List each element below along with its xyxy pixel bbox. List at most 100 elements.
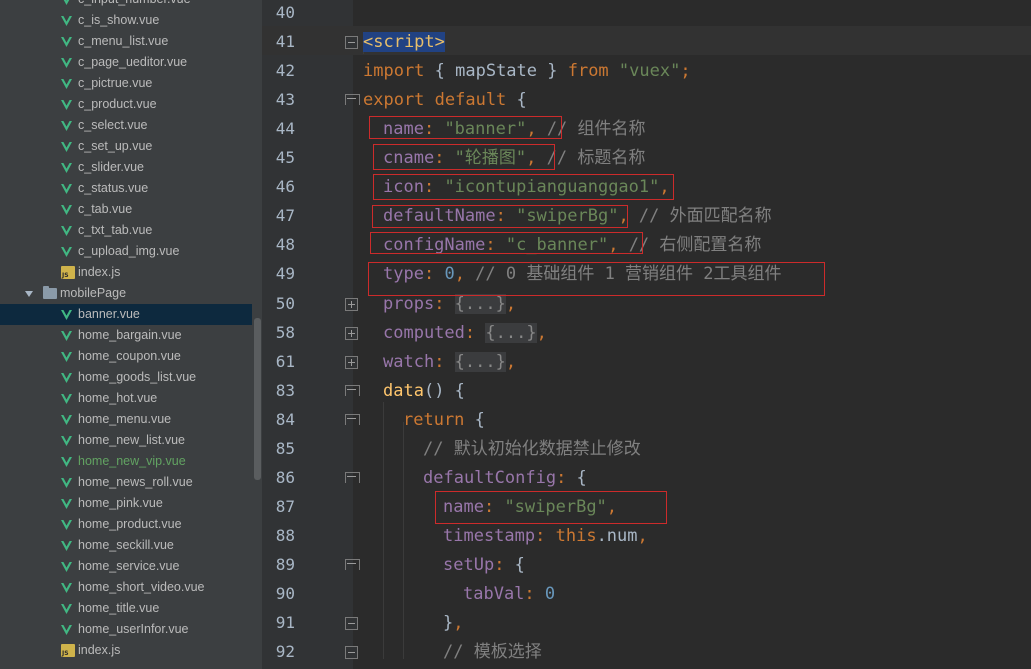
code-line[interactable]: }, — [443, 612, 464, 634]
code-token: setUp — [443, 554, 495, 575]
tree-item-label: c_select.vue — [78, 118, 148, 132]
tree-file[interactable]: home_pink.vue — [0, 493, 252, 514]
code-line[interactable]: tabVal: 0 — [463, 583, 555, 605]
code-token: : — [434, 351, 455, 372]
project-tree-scrollbar[interactable] — [252, 0, 262, 669]
code-line[interactable]: return { — [403, 409, 485, 431]
line-number: 89 — [275, 554, 295, 574]
tree-file[interactable]: index.js — [0, 640, 252, 661]
tree-file[interactable]: home_new_list.vue — [0, 430, 252, 451]
code-line[interactable]: watch: {...}, — [383, 351, 516, 373]
tree-item-label: home_coupon.vue — [78, 349, 181, 363]
collapse-fold-icon[interactable] — [345, 558, 360, 572]
tree-file[interactable]: c_upload_img.vue — [0, 241, 252, 262]
code-line[interactable]: export default { — [363, 89, 527, 111]
collapse-fold-icon[interactable] — [345, 94, 360, 107]
tree-file[interactable]: home_hot.vue — [0, 388, 252, 409]
code-token: {...} — [454, 351, 506, 372]
tree-file[interactable]: c_set_up.vue — [0, 136, 252, 157]
code-token: , — [505, 293, 517, 314]
code-token: // 标题名称 — [546, 148, 646, 169]
tree-file[interactable]: home_bargain.vue — [0, 325, 252, 346]
tree-file[interactable]: home_goods_list.vue — [0, 367, 252, 388]
tree-file[interactable]: c_input_number.vue — [0, 0, 252, 10]
collapse-fold-icon[interactable] — [345, 36, 358, 50]
line-number: 86 — [275, 467, 295, 487]
collapse-fold-icon[interactable] — [345, 646, 358, 660]
tree-file[interactable]: home_new_vip.vue — [0, 451, 252, 472]
code-token: , — [453, 613, 464, 634]
code-line[interactable]: defaultConfig: { — [423, 467, 587, 489]
code-line[interactable]: timestamp: this.num, — [443, 525, 648, 547]
tree-item-label: c_status.vue — [78, 181, 149, 195]
project-tree: c_input_number.vue c_is_show.vue c_menu_li… — [0, 0, 262, 669]
code-token: export default — [363, 90, 507, 111]
scrollbar-thumb[interactable] — [254, 318, 261, 480]
vue-file-icon — [61, 498, 72, 509]
tree-file[interactable]: c_tab.vue — [0, 199, 252, 220]
code-line[interactable]: <script> — [363, 31, 445, 53]
code-token: import — [363, 61, 425, 82]
code-token: { — [576, 467, 587, 488]
vue-file-icon — [61, 393, 72, 404]
tree-file[interactable]: c_page_ueditor.vue — [0, 52, 252, 73]
collapse-fold-icon[interactable] — [345, 617, 358, 631]
code-token: {...} — [454, 293, 506, 314]
code-token: timestamp — [443, 525, 536, 546]
tree-file[interactable]: c_txt_tab.vue — [0, 220, 252, 241]
code-line[interactable]: computed: {...}, — [383, 322, 547, 344]
tree-item-label: c_txt_tab.vue — [78, 223, 153, 237]
tree-item-label: home_userInfor.vue — [78, 622, 189, 636]
tree-file[interactable]: home_coupon.vue — [0, 346, 252, 367]
tree-file[interactable]: c_status.vue — [0, 178, 252, 199]
annotation-box — [372, 205, 628, 228]
expand-fold-icon[interactable] — [345, 355, 358, 369]
chevron-down-icon[interactable] — [25, 291, 33, 297]
code-line[interactable]: data() { — [383, 380, 465, 402]
js-file-icon — [61, 266, 75, 279]
annotation-box — [373, 174, 674, 200]
tree-file[interactable]: home_menu.vue — [0, 409, 252, 430]
expand-fold-icon[interactable] — [345, 326, 358, 340]
tree-file[interactable]: c_product.vue — [0, 94, 252, 115]
code-line[interactable]: // 默认初始化数据禁止修改 — [423, 438, 641, 460]
line-number: 50 — [275, 293, 295, 313]
tree-folder[interactable]: mobilePage — [0, 283, 252, 304]
code-token: return — [403, 409, 465, 430]
vue-file-icon — [61, 372, 72, 383]
code-token: { — [464, 409, 485, 430]
collapse-fold-icon[interactable] — [345, 413, 360, 427]
tree-file[interactable]: home_service.vue — [0, 556, 252, 577]
tree-file[interactable]: banner.vue — [0, 304, 252, 325]
tree-file[interactable]: home_userInfor.vue — [0, 619, 252, 640]
line-number: 46 — [275, 177, 295, 197]
code-token: from — [567, 61, 609, 82]
line-number: 83 — [275, 380, 295, 400]
code-line[interactable]: // 模板选择 — [443, 641, 542, 663]
collapse-fold-icon[interactable] — [345, 384, 360, 398]
tree-file[interactable]: c_menu_list.vue — [0, 31, 252, 52]
tree-file[interactable]: index.js — [0, 262, 252, 283]
code-token: ; — [680, 61, 691, 82]
tree-file[interactable]: c_is_show.vue — [0, 10, 252, 31]
tree-file[interactable]: c_slider.vue — [0, 157, 252, 178]
code-line[interactable]: setUp: { — [443, 554, 525, 576]
line-number: 91 — [275, 613, 295, 633]
tree-file[interactable]: home_short_video.vue — [0, 577, 252, 598]
tree-item-label: banner.vue — [78, 307, 140, 321]
vue-file-icon — [61, 330, 72, 341]
code-line[interactable]: import { mapState } from "vuex"; — [363, 60, 691, 82]
tree-file[interactable]: home_product.vue — [0, 514, 252, 535]
tree-file[interactable]: home_seckill.vue — [0, 535, 252, 556]
tree-file[interactable]: home_news_roll.vue — [0, 472, 252, 493]
tree-file[interactable]: home_title.vue — [0, 598, 252, 619]
tree-file[interactable]: c_select.vue — [0, 115, 252, 136]
code-token: watch — [383, 351, 435, 372]
code-token: .num — [596, 525, 638, 546]
tree-item-label: c_menu_list.vue — [78, 34, 169, 48]
collapse-fold-icon[interactable] — [345, 471, 360, 485]
tree-file[interactable]: c_pictrue.vue — [0, 73, 252, 94]
code-token: , — [637, 525, 648, 546]
tree-item-label: c_slider.vue — [78, 160, 145, 174]
expand-fold-icon[interactable] — [345, 297, 358, 311]
